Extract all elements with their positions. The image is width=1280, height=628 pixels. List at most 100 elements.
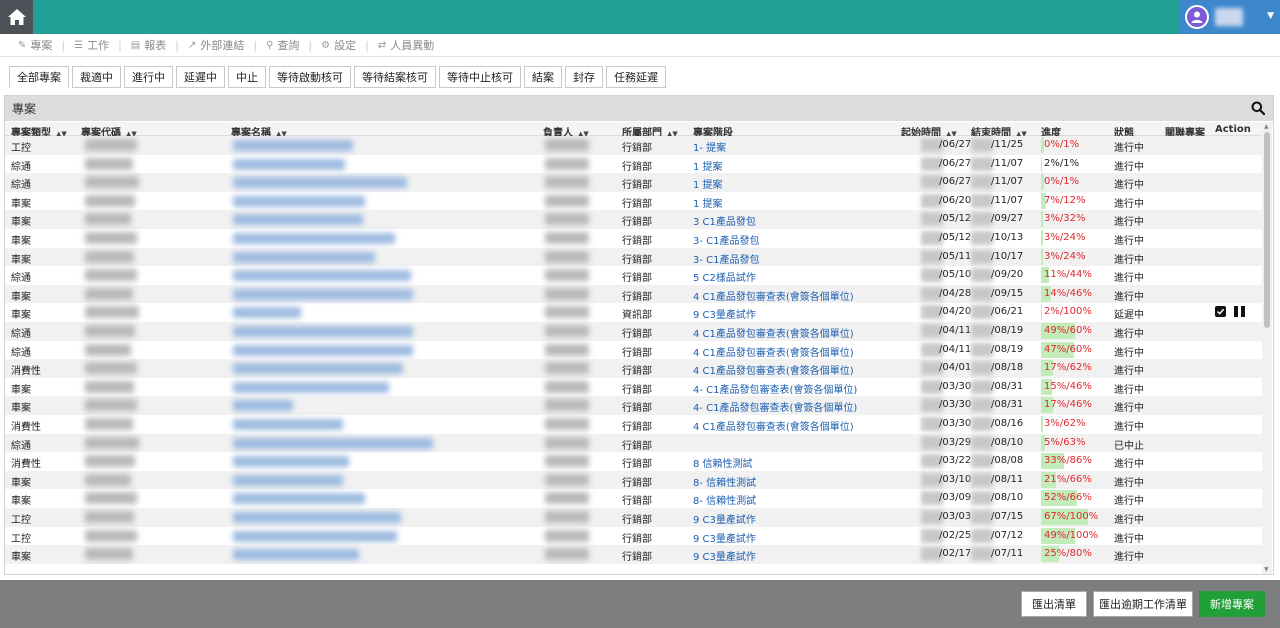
cell-project-stage[interactable]: 8- 信賴性測試 <box>693 474 756 489</box>
cell-project-name-redacted[interactable] <box>233 158 345 170</box>
table-row[interactable]: 車案 行銷部 9 C3量產試作/02/17/07/11 25%/80% 進行中 <box>5 545 1263 564</box>
table-row[interactable]: 車案 行銷部 8- 信賴性測試/03/09/08/10 52%/66% 進行中 <box>5 489 1263 508</box>
menu-item-reports[interactable]: ▤ 報表 <box>127 37 170 53</box>
table-row[interactable]: 車案 行銷部 4- C1產品發包審查表(會簽各個單位) /03/30/08/31 17%… <box>5 396 1263 415</box>
cell-project-name-redacted[interactable] <box>233 437 433 449</box>
cell-project-stage[interactable]: 3 C1產品發包 <box>693 213 756 228</box>
export-list-button[interactable]: 匯出清單 <box>1021 591 1087 617</box>
cell-project-stage[interactable]: 1- 提案 <box>693 139 726 154</box>
table-row[interactable]: 車案 行銷部 1 提案/06/20/11/07 7%/12% 進行中 <box>5 192 1263 211</box>
cell-project-stage[interactable]: 9 C3量產試作 <box>693 530 756 545</box>
cell-project-stage[interactable]: 9 C3量產試作 <box>693 306 756 321</box>
cell-project-name-redacted[interactable] <box>233 456 349 468</box>
scroll-thumb[interactable] <box>1264 132 1270 328</box>
cell-project-name-redacted[interactable] <box>233 512 401 523</box>
tab-all[interactable]: 全部專案 <box>9 66 69 88</box>
table-row[interactable]: 車案 資訊部 9 C3量產試作/04/20/06/21 2%/100% 延遲中 <box>5 303 1263 322</box>
table-row[interactable]: 車案 行銷部 4 C1產品發包審查表(會簽各個單位) /04/28/09/15 14%/… <box>5 284 1263 304</box>
cell-project-stage[interactable]: 4- C1產品發包審查表(會簽各個單位) <box>693 399 857 414</box>
table-row[interactable]: 車案 行銷部 8- 信賴性測試/03/10/08/11 21%/66% 進行中 <box>5 470 1263 490</box>
cell-project-stage[interactable]: 9 C3量產試作 <box>693 548 756 563</box>
cell-project-name-redacted[interactable] <box>233 493 365 505</box>
menu-item-work[interactable]: ☰ 工作 <box>70 37 113 53</box>
cell-project-name-redacted[interactable] <box>233 307 301 319</box>
tab-in-progress[interactable]: 進行中 <box>124 66 173 88</box>
cell-project-stage[interactable]: 4 C1產品發包審查表(會簽各個單位) <box>693 288 854 303</box>
table-row[interactable]: 消費性 行銷部 4 C1產品發包審查表(會簽各個單位) /04/01/08/18 17%… <box>5 359 1263 378</box>
cell-project-stage[interactable]: 4- C1產品發包審查表(會簽各個單位) <box>693 381 857 396</box>
cell-project-name-redacted[interactable] <box>233 251 375 263</box>
menu-item-external-links[interactable]: ↗ 外部連結 <box>184 37 248 53</box>
cell-project-name-redacted[interactable] <box>233 140 353 151</box>
cell-project-stage[interactable]: 8 信賴性測試 <box>693 455 753 470</box>
search-icon[interactable] <box>1251 101 1265 115</box>
tab-stopped[interactable]: 中止 <box>228 66 266 88</box>
tab-tailoring[interactable]: 裁適中 <box>72 66 121 88</box>
table-row[interactable]: 車案 行銷部 4- C1產品發包審查表(會簽各個單位) /03/30/08/31 15%… <box>5 378 1263 397</box>
menu-item-settings[interactable]: ⚙ 設定 <box>317 37 360 53</box>
vertical-scrollbar[interactable]: ▲ ▼ <box>1262 122 1272 574</box>
menu-item-search[interactable]: ⚲ 查詢 <box>262 37 303 53</box>
cell-project-stage[interactable]: 4 C1產品發包審查表(會簽各個單位) <box>693 362 854 377</box>
cell-project-name-redacted[interactable] <box>233 288 413 300</box>
tab-archived[interactable]: 封存 <box>565 66 603 88</box>
cell-project-stage[interactable]: 3- C1產品發包 <box>693 232 760 247</box>
table-row[interactable]: 車案 行銷部 3- C1產品發包/05/12/10/13 3%/24% 進行中 <box>5 229 1263 248</box>
tab-closed[interactable]: 結案 <box>524 66 562 88</box>
table-row[interactable]: 綜通 行銷部 1 提案/06/27/11/07 0%/1% 進行中 <box>5 173 1263 192</box>
table-row[interactable]: 工控 行銷部 9 C3量產試作/02/25/07/12 49%/100% 進行中 <box>5 527 1263 546</box>
cell-project-name-redacted[interactable] <box>233 549 359 561</box>
tab-awaiting-start-approval[interactable]: 等待啟動核可 <box>269 66 351 88</box>
cell-status: 進行中 <box>1114 347 1144 359</box>
cell-project-name-redacted[interactable] <box>233 419 343 430</box>
cell-project-stage[interactable]: 3- C1產品發包 <box>693 251 760 266</box>
tab-task-delayed[interactable]: 任務延遲 <box>606 66 666 88</box>
cell-project-name-redacted[interactable] <box>233 177 407 189</box>
cell-project-stage[interactable]: 1 提案 <box>693 158 723 173</box>
cell-project-name-redacted[interactable] <box>233 270 411 282</box>
cell-project-stage[interactable]: 8- 信賴性測試 <box>693 492 756 507</box>
cell-project-stage[interactable]: 4 C1產品發包審查表(會簽各個單位) <box>693 418 854 433</box>
menu-item-personnel-change[interactable]: ⇄ 人員異動 <box>374 37 438 53</box>
cell-project-stage[interactable]: 1 提案 <box>693 195 723 210</box>
tab-awaiting-stop-approval[interactable]: 等待中止核可 <box>439 66 521 88</box>
tab-delayed[interactable]: 延遲中 <box>176 66 225 88</box>
cell-project-name-redacted[interactable] <box>233 195 365 207</box>
user-menu[interactable]: ▼ <box>1180 0 1280 34</box>
table-row[interactable]: 綜通 行銷部 5 C2樣品試作/05/10/09/20 11%/44% 進行中 <box>5 266 1263 285</box>
cell-project-stage[interactable]: 1 提案 <box>693 176 723 191</box>
table-row[interactable]: 工控 行銷部 1- 提案/06/27/11/25 0%/1% 進行中 <box>5 136 1263 155</box>
menu-item-projects[interactable]: ✎ 專案 <box>14 37 56 53</box>
check-square-icon[interactable] <box>1215 306 1226 318</box>
cell-project-stage[interactable]: 9 C3量產試作 <box>693 511 756 526</box>
home-button[interactable] <box>0 0 33 34</box>
scroll-up-icon[interactable]: ▲ <box>1264 123 1269 130</box>
table-row[interactable]: 綜通 行銷部 4 C1產品發包審查表(會簽各個單位) /04/11/08/19 47%/… <box>5 341 1263 360</box>
table-row[interactable]: 消費性 行銷部 8 信賴性測試/03/22/08/08 33%/86% 進行中 <box>5 452 1263 471</box>
table-row[interactable]: 車案 行銷部 3 C1產品發包/05/12/09/27 3%/32% 進行中 <box>5 210 1263 229</box>
cell-project-stage[interactable]: 5 C2樣品試作 <box>693 269 756 284</box>
cell-project-name-redacted[interactable] <box>233 474 343 486</box>
table-row[interactable]: 工控 行銷部 9 C3量產試作/03/03/07/15 67%/100% 進行中 <box>5 508 1263 527</box>
cell-project-name-redacted[interactable] <box>233 326 413 337</box>
table-row[interactable]: 消費性 行銷部 4 C1產品發包審查表(會簽各個單位) /03/30/08/16 3%/… <box>5 415 1263 434</box>
table-row[interactable]: 綜通 行銷部/03/29/08/10 5%/63% 已中止 <box>5 433 1263 453</box>
export-overdue-list-button[interactable]: 匯出逾期工作清單 <box>1093 591 1193 617</box>
table-row[interactable]: 綜通 行銷部 4 C1產品發包審查表(會簽各個單位) /04/11/08/19 49%/… <box>5 322 1263 341</box>
cell-project-stage[interactable]: 4 C1產品發包審查表(會簽各個單位) <box>693 325 854 340</box>
cell-project-stage[interactable]: 4 C1產品發包審查表(會簽各個單位) <box>693 344 854 359</box>
tab-awaiting-close-approval[interactable]: 等待結案核可 <box>354 66 436 88</box>
table-row[interactable]: 綜通 行銷部 1 提案/06/27/11/07 2%/1% 進行中 <box>5 155 1263 174</box>
cell-project-name-redacted[interactable] <box>233 400 293 412</box>
cell-project-name-redacted[interactable] <box>233 530 397 542</box>
pause-icon[interactable] <box>1234 306 1245 318</box>
cell-project-name-redacted[interactable] <box>233 381 389 393</box>
cell-project-name-redacted[interactable] <box>233 214 363 226</box>
cell-project-name-redacted[interactable] <box>233 233 395 244</box>
scroll-down-icon[interactable]: ▼ <box>1264 566 1269 573</box>
cell-project-name-redacted[interactable] <box>233 363 403 375</box>
table-row[interactable]: 車案 行銷部 3- C1產品發包/05/11/10/17 3%/24% 進行中 <box>5 247 1263 267</box>
cell-project-name-redacted[interactable] <box>233 344 413 356</box>
new-project-button[interactable]: 新增專案 <box>1199 591 1265 617</box>
caret-down-icon[interactable]: ▼ <box>1267 11 1274 21</box>
